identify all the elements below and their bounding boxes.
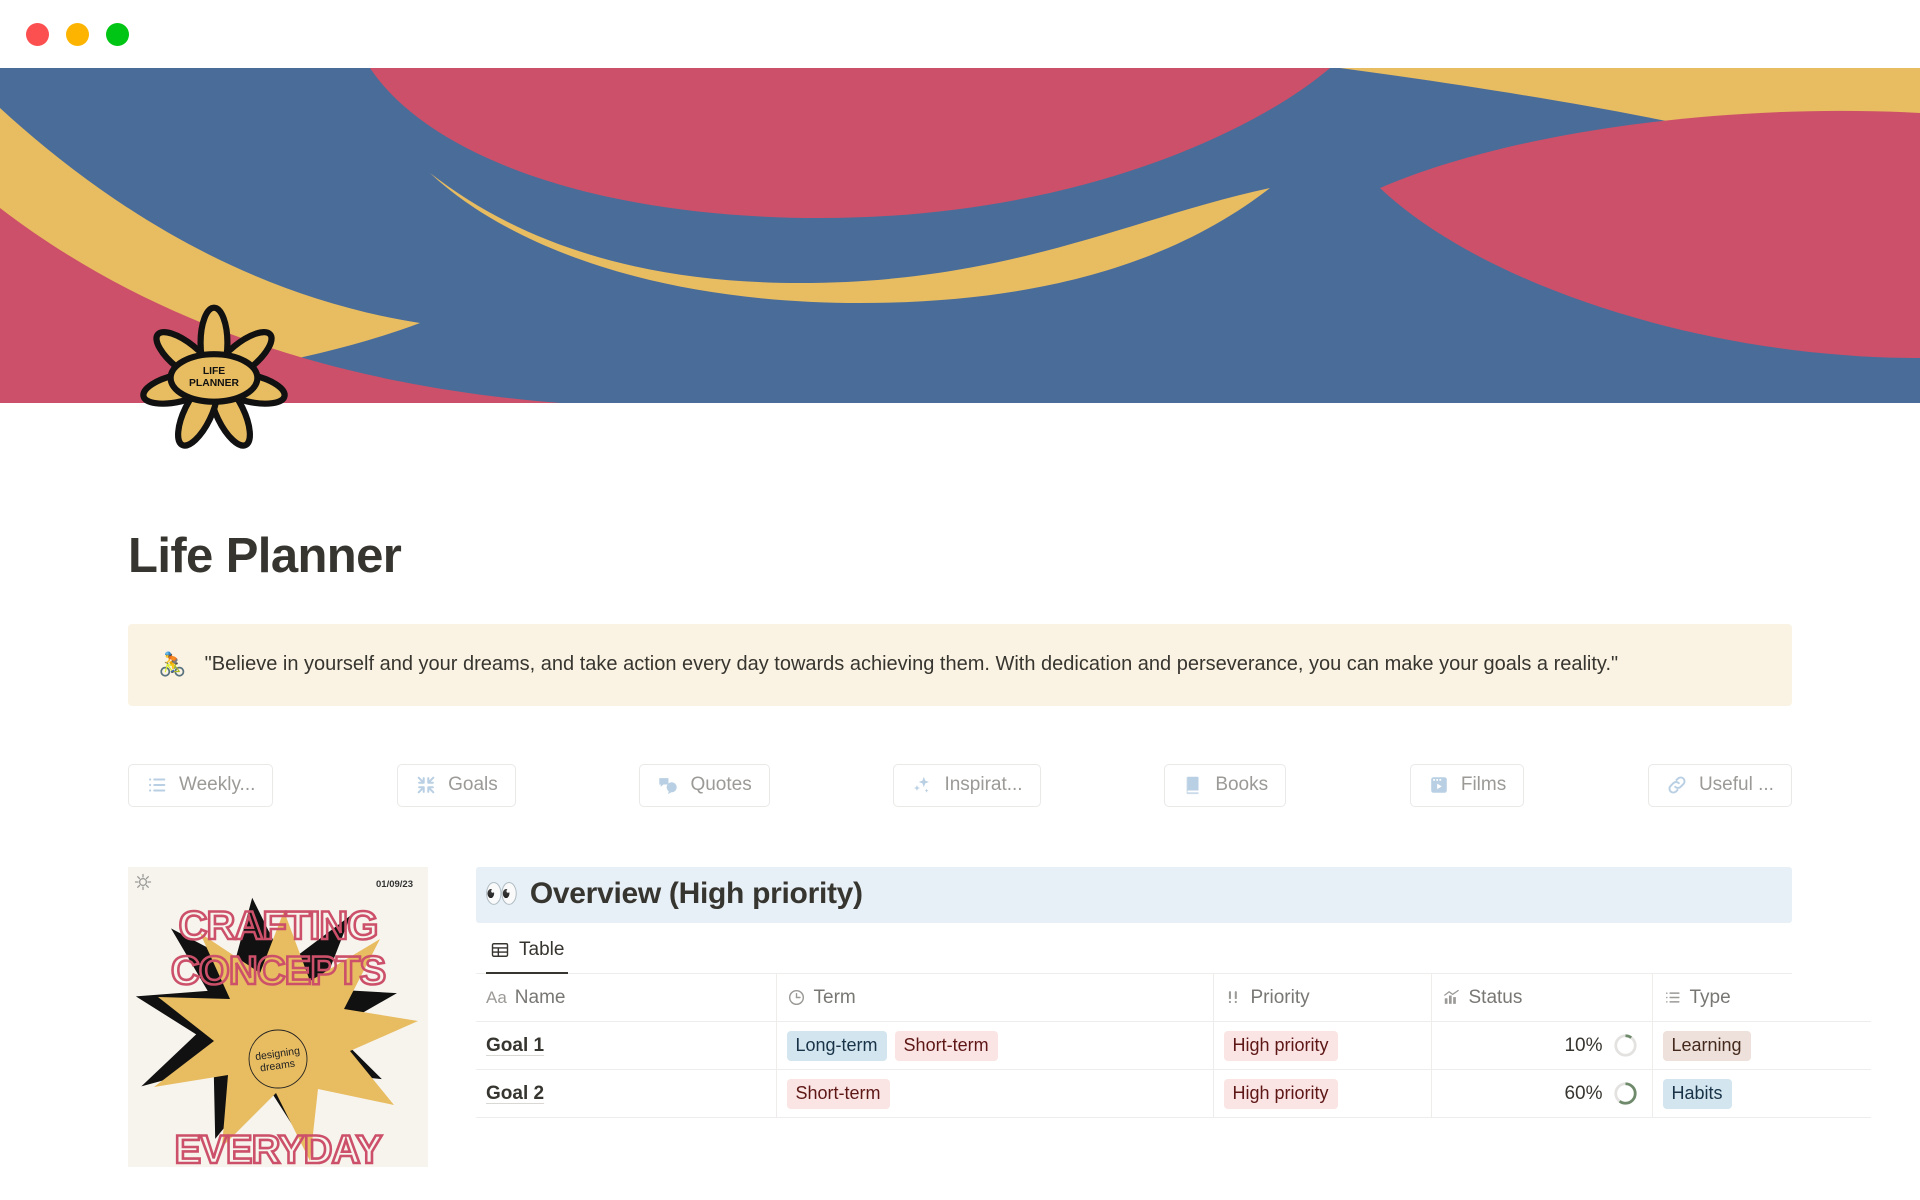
window-titlebar <box>0 0 1920 68</box>
cell-term[interactable]: Long-term Short-term <box>776 1021 1214 1071</box>
column-header-term[interactable]: Term <box>776 973 1214 1023</box>
status-percent: 10% <box>1564 1034 1603 1056</box>
column-header-name[interactable]: Aa Name <box>476 973 777 1023</box>
lower-section: 01/09/23 designing dreams CRAFTING CONCE… <box>0 866 1920 1167</box>
double-exclamation-icon <box>1224 988 1243 1007</box>
poster-image[interactable]: 01/09/23 designing dreams CRAFTING CONCE… <box>128 866 428 1167</box>
column-header-status[interactable]: Status <box>1431 973 1653 1023</box>
database-title: Overview (High priority) <box>529 876 863 910</box>
nav-pill-inspiration[interactable]: Inspirat... <box>893 763 1041 807</box>
poster-date: 01/09/23 <box>376 879 413 890</box>
column-label: Type <box>1689 986 1731 1008</box>
cell-term[interactable]: Short-term <box>776 1069 1214 1119</box>
nav-pill-label: Weekly... <box>179 774 256 796</box>
cell-name[interactable]: Goal 1 <box>476 1021 777 1071</box>
type-tag: Habits <box>1662 1079 1732 1109</box>
eyes-emoji: 👀 <box>484 878 519 910</box>
nav-pill-quotes[interactable]: Quotes <box>639 763 770 807</box>
nav-pill-films[interactable]: Films <box>1409 763 1525 807</box>
nav-pill-label: Inspirat... <box>944 774 1023 796</box>
term-tag: Short-term <box>894 1031 998 1061</box>
row-name-link[interactable]: Goal 1 <box>486 1035 544 1056</box>
book-icon <box>1182 774 1204 796</box>
cell-priority[interactable]: High priority <box>1213 1069 1432 1119</box>
nav-pill-label: Books <box>1215 774 1269 796</box>
poster-headline-1: CRAFTING <box>179 904 378 948</box>
maximize-button[interactable] <box>106 22 129 46</box>
table-row[interactable]: Goal 2 Short-term High priority 60% Habi… <box>476 1069 1871 1119</box>
chart-icon <box>1442 988 1461 1007</box>
cell-status[interactable]: 10% <box>1431 1021 1653 1071</box>
nav-pill-label: Films <box>1460 774 1507 796</box>
cell-type[interactable]: Learning <box>1652 1021 1871 1071</box>
page-cover-image[interactable] <box>0 68 1920 403</box>
clock-icon <box>787 988 806 1007</box>
column-header-type[interactable]: Type <box>1652 973 1871 1023</box>
poster-headline-3: EVERYDAY <box>175 1128 383 1167</box>
nav-pill-goals[interactable]: Goals <box>397 763 516 807</box>
page-icon-label-line1: LIFE <box>203 366 225 377</box>
column-label: Status <box>1468 986 1523 1008</box>
compress-arrows-icon <box>415 774 437 796</box>
cell-name[interactable]: Goal 2 <box>476 1069 777 1119</box>
page-title[interactable]: Life Planner <box>128 528 1792 584</box>
tab-label: Table <box>519 938 565 960</box>
quote-text: "Believe in yourself and your dreams, an… <box>204 653 1619 675</box>
row-name-link[interactable]: Goal 2 <box>486 1083 544 1104</box>
sparkles-icon <box>911 774 933 796</box>
poster-headline-2: CONCEPTS <box>171 949 386 993</box>
speech-bubbles-icon <box>657 774 679 796</box>
nav-pill-books[interactable]: Books <box>1164 763 1287 807</box>
list-icon <box>146 774 168 796</box>
priority-tag: High priority <box>1223 1079 1338 1109</box>
close-button[interactable] <box>26 22 49 46</box>
link-icon <box>1666 774 1688 796</box>
list-icon <box>1663 988 1682 1007</box>
cell-status[interactable]: 60% <box>1431 1069 1653 1119</box>
term-tag: Long-term <box>786 1031 887 1061</box>
cell-type[interactable]: Habits <box>1652 1069 1871 1119</box>
database-title-bar[interactable]: 👀 Overview (High priority) <box>476 866 1792 923</box>
progress-ring <box>1613 1033 1638 1058</box>
nav-pill-label: Goals <box>448 774 498 796</box>
nav-pill-weekly[interactable]: Weekly... <box>128 763 274 807</box>
nav-pill-label: Useful ... <box>1698 774 1774 796</box>
page-content: Life Planner 🚴 "Believe in yourself and … <box>0 528 1920 1167</box>
status-percent: 60% <box>1564 1082 1603 1104</box>
title-aa-icon: Aa <box>486 987 507 1007</box>
table-icon <box>490 940 510 960</box>
nav-pill-row: Weekly... Goals Quotes Inspirat... Books… <box>128 763 1792 807</box>
priority-tag: High priority <box>1223 1031 1338 1061</box>
minimize-button[interactable] <box>66 22 89 46</box>
goals-table: Aa Name Term Priority Status Type Goal 1… <box>476 973 1871 1119</box>
term-tag: Short-term <box>786 1079 890 1109</box>
column-header-priority[interactable]: Priority <box>1213 973 1432 1023</box>
tab-table[interactable]: Table <box>486 933 569 974</box>
progress-ring <box>1613 1081 1638 1106</box>
window-controls <box>26 22 129 46</box>
nav-pill-label: Quotes <box>690 774 752 796</box>
film-icon <box>1428 774 1450 796</box>
column-label: Name <box>514 986 566 1008</box>
cell-priority[interactable]: High priority <box>1213 1021 1432 1071</box>
database-view-tabs: Table <box>476 933 1792 974</box>
quote-callout: 🚴 "Believe in yourself and your dreams, … <box>128 624 1792 706</box>
column-label: Term <box>813 986 856 1008</box>
page-icon-label-line2: PLANNER <box>189 378 239 389</box>
column-label: Priority <box>1250 986 1310 1008</box>
cyclist-emoji: 🚴 <box>158 651 187 677</box>
type-tag: Learning <box>1662 1031 1751 1061</box>
table-header-row: Aa Name Term Priority Status Type <box>476 973 1871 1023</box>
table-row[interactable]: Goal 1 Long-term Short-term High priorit… <box>476 1021 1871 1071</box>
nav-pill-useful-links[interactable]: Useful ... <box>1647 763 1792 807</box>
database-block: 👀 Overview (High priority) Table Aa Name… <box>476 866 1871 1167</box>
page-icon[interactable]: LIFE PLANNER <box>140 304 288 449</box>
